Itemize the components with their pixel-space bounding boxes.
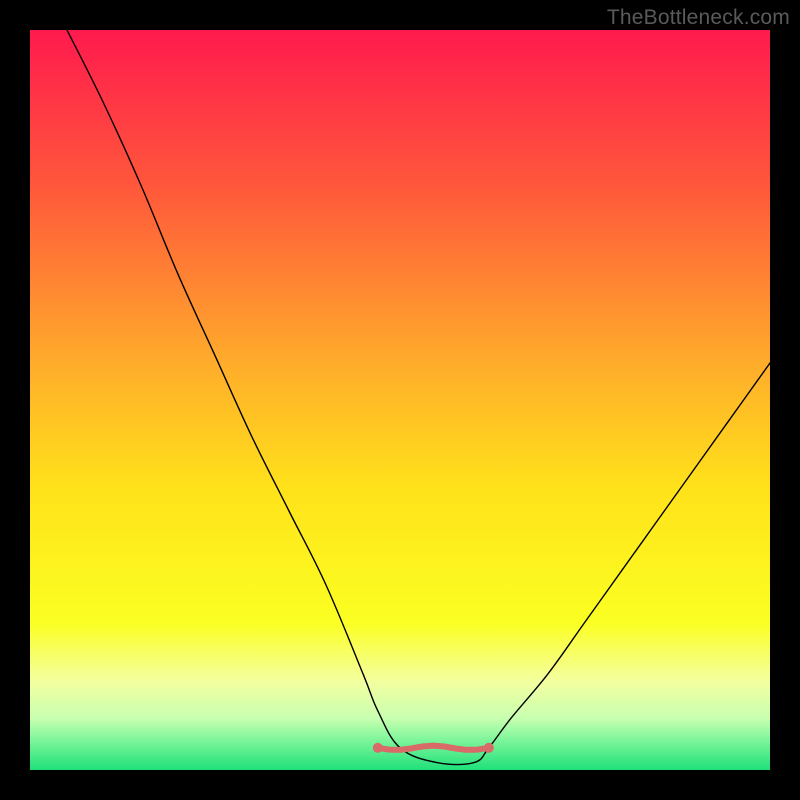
- optimal-zone-endpoint-left: [373, 743, 383, 753]
- watermark-text: TheBottleneck.com: [607, 6, 790, 30]
- chart-frame: TheBottleneck.com: [0, 0, 800, 800]
- gradient-background: [30, 30, 770, 770]
- plot-area: [30, 30, 770, 770]
- optimal-zone-endpoint-right: [484, 743, 494, 753]
- chart-svg: [30, 30, 770, 770]
